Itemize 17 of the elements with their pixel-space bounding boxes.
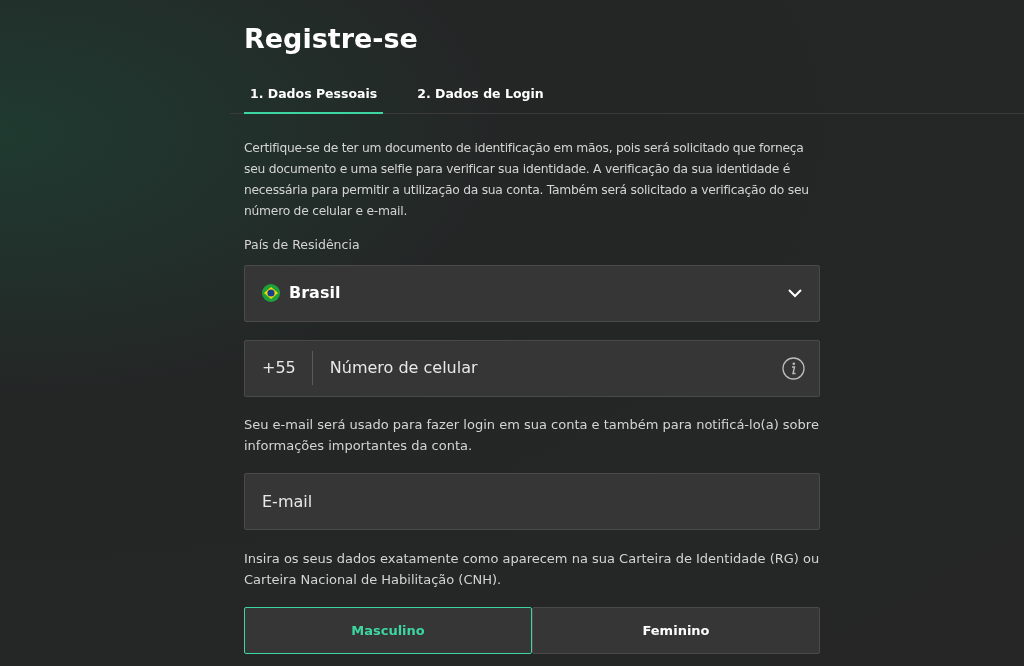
field-label: País de Residência	[244, 236, 360, 254]
email-note: Seu e-mail será usado para fazer login em sua conta e também para notificá-lo(a) sobre informações importantes da conta.	[244, 415, 820, 455]
tab[interactable]: 2. Dados de Login	[411, 76, 550, 114]
email-field[interactable]: E-mail	[244, 472, 820, 530]
tab[interactable]: 1. Dados Pessoais	[244, 76, 384, 114]
phone-field[interactable]: +55 Número de celular	[244, 339, 820, 397]
id-note: Insira os seus dados exatamente como aparecem na sua Carteira de Identidade (RG) ou Carteira Nacional de Habilitação (CNH).	[244, 549, 820, 589]
intro-text: Certifique-se de ter um documento de identificação em mãos, pois será solicitado que forneça seu documento e uma selfie para verificar sua identidade. A verificação da sua identidade é necessária para permitir a utilização da sua conta. Também será solicitado a verificação do seu número de celular e e-mail.	[244, 140, 810, 220]
phone-number-input[interactable]: Número de celular	[312, 356, 782, 381]
country-code: +55	[261, 357, 297, 380]
chevron-down-icon	[787, 288, 803, 299]
page-title: Registre-se	[244, 22, 418, 56]
gender-option[interactable]: Feminino	[532, 606, 820, 654]
gender-option[interactable]: Masculino	[244, 606, 532, 654]
country-select[interactable]: Brasil	[244, 264, 820, 322]
info-icon[interactable]	[782, 356, 805, 380]
flag-icon	[261, 283, 281, 304]
